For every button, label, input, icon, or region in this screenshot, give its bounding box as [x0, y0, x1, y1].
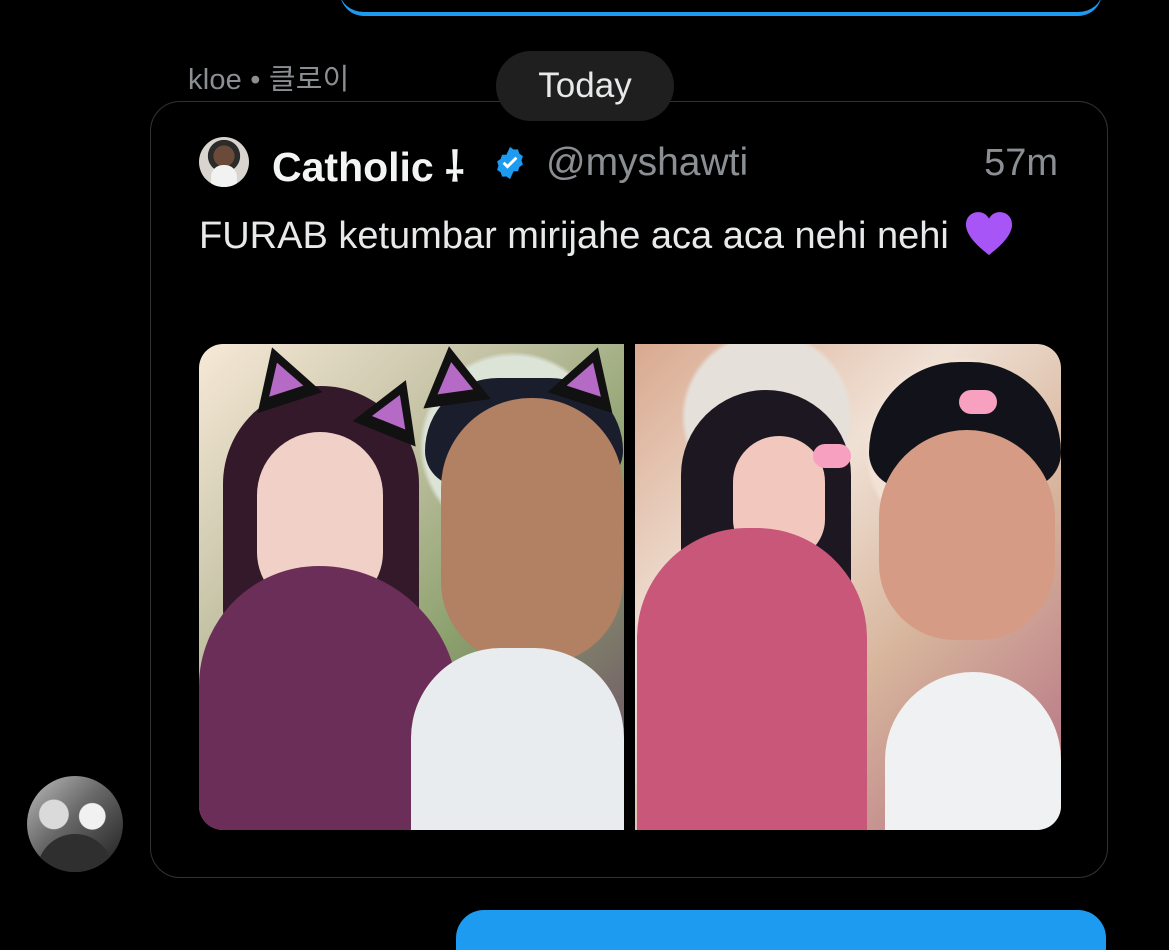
date-separator: Today: [496, 51, 674, 121]
photo-subject-face: [879, 430, 1055, 640]
photo-subject-face: [441, 398, 623, 664]
photo-subject-clothing: [885, 672, 1061, 830]
tweet-timestamp: 57m: [984, 142, 1058, 184]
photo-subject-clothing: [411, 648, 624, 830]
next-message-bubble[interactable]: [456, 910, 1106, 950]
bow-filter-icon: [959, 390, 997, 414]
author-avatar[interactable]: [199, 137, 249, 187]
tweet-media-grid[interactable]: [199, 344, 1061, 830]
sender-avatar[interactable]: [27, 776, 123, 872]
photo-subject-clothing: [637, 528, 867, 830]
tweet-photo-left[interactable]: [199, 344, 624, 830]
previous-message-bubble[interactable]: [340, 0, 1102, 16]
cat-ear-filter-icon: [415, 344, 491, 409]
bow-filter-icon: [813, 444, 851, 468]
verified-badge-icon: [497, 146, 523, 180]
purple-heart-icon: [966, 212, 1013, 256]
author-handle[interactable]: @myshawti: [546, 141, 748, 185]
author-display-name[interactable]: Catholic ⸸: [272, 138, 464, 194]
tweet-text: FURAB ketumbar mirijahe aca aca nehi neh…: [199, 206, 1049, 266]
tweet-photo-right[interactable]: [635, 344, 1061, 830]
sender-label: kloe • 클로이: [188, 64, 350, 96]
tweet-body-text: FURAB ketumbar mirijahe aca aca nehi neh…: [199, 215, 949, 257]
